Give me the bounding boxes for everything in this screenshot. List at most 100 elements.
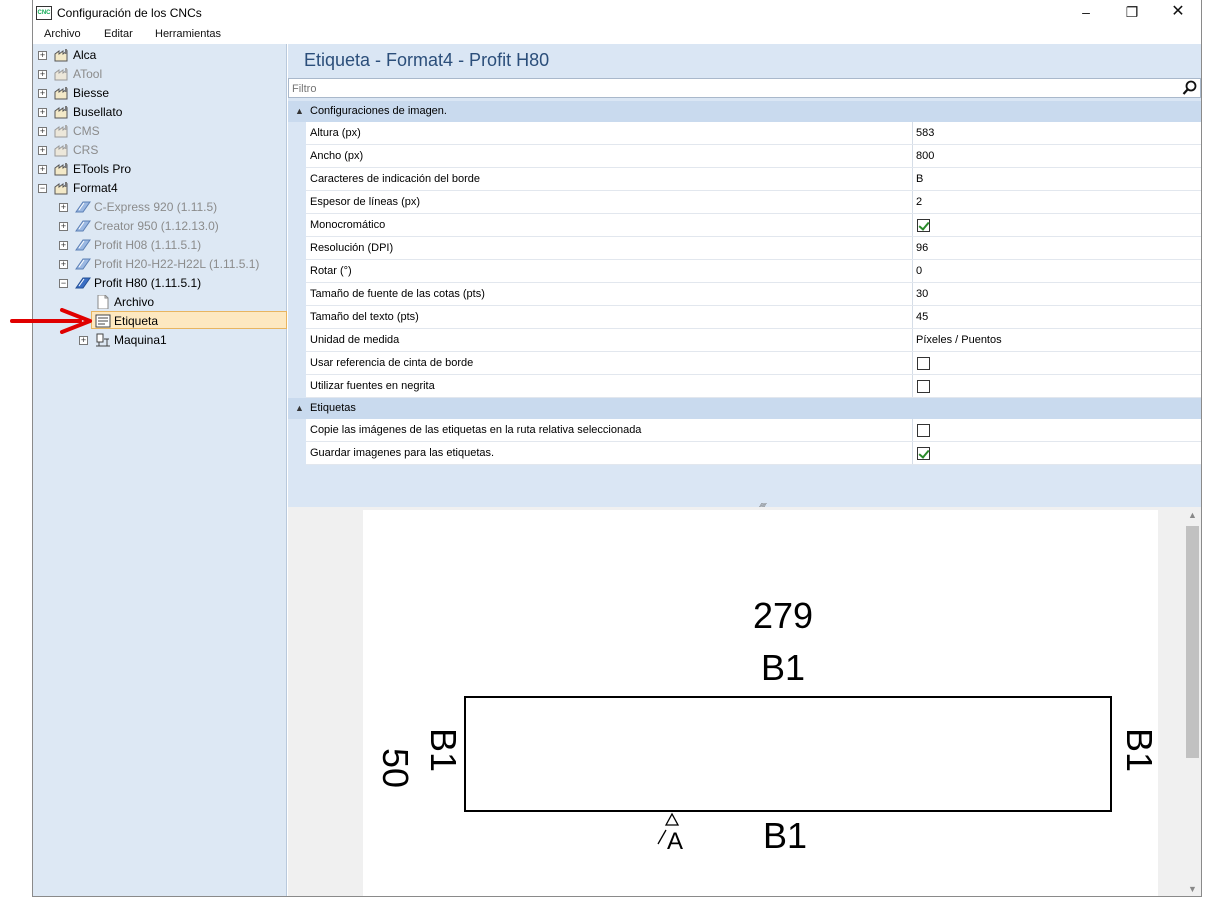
menu-archivo[interactable]: Archivo [44,28,81,40]
tree-node-label: Profit H80 (1.11.5.1) [94,276,202,290]
window-title: Configuración de los CNCs [57,6,202,20]
expand-icon[interactable]: + [38,165,47,174]
search-icon[interactable] [1182,80,1198,96]
prop-negrita[interactable]: Utilizar fuentes en negrita [288,375,1201,398]
expand-icon[interactable]: + [38,146,47,155]
tree-node-cms[interactable]: + CMS [33,122,287,140]
prop-guardar-imagenes[interactable]: Guardar imagenes para las etiquetas. [288,442,1201,465]
expand-icon[interactable]: + [38,108,47,117]
menu-editar[interactable]: Editar [104,28,133,40]
checkbox[interactable] [917,424,930,437]
preview-left-dimension: 50 [375,748,416,789]
prop-fuente-cotas[interactable]: Tamaño de fuente de las cotas (pts) 30 [288,283,1201,306]
tree-node-cexpress[interactable]: + C-Express 920 (1.11.5) [33,198,287,216]
label-icon [95,314,111,328]
checkbox[interactable] [917,219,930,232]
cnc-app-icon: CNC [36,6,52,20]
prop-tamano-texto[interactable]: Tamaño del texto (pts) 45 [288,306,1201,329]
scroll-thumb[interactable] [1186,526,1199,758]
prop-ancho[interactable]: Ancho (px) 800 [288,145,1201,168]
expand-icon[interactable]: + [59,222,68,231]
prop-caracteres[interactable]: Caracteres de indicación del borde B [288,168,1201,191]
expand-icon[interactable]: + [59,241,68,250]
expand-icon[interactable]: + [38,70,47,79]
checkbox[interactable] [917,447,930,460]
preview-left-edge: B1 [423,728,464,773]
tree-node-busellato[interactable]: + Busellato [33,103,287,121]
factory-icon [54,87,68,100]
expand-icon[interactable]: + [79,336,88,345]
tree-node-creator[interactable]: + Creator 950 (1.12.13.0) [33,217,287,235]
menu-herramientas[interactable]: Herramientas [155,28,221,40]
filter-box [288,78,1201,98]
document-icon [97,295,109,309]
collapse-caret-icon[interactable]: ▲ [295,398,304,419]
cnc-machine-icon [75,239,91,251]
tree-node-label: Creator 950 (1.12.13.0) [94,219,219,233]
prop-value[interactable]: Píxeles / Puentos [916,329,1002,351]
tree-node-format4[interactable]: − Format4 [33,179,287,197]
tree-node-h08[interactable]: + Profit H08 (1.11.5.1) [33,236,287,254]
prop-unidad[interactable]: Unidad de medida Píxeles / Puentos [288,329,1201,352]
tree-node-label: Busellato [73,105,123,119]
expand-icon[interactable]: + [59,260,68,269]
scroll-up-icon[interactable]: ▲ [1184,510,1201,520]
prop-value[interactable]: 45 [916,306,928,328]
tree-node-crs[interactable]: + CRS [33,141,287,159]
prop-altura[interactable]: Altura (px) 583 [288,122,1201,145]
tree-node-h20[interactable]: + Profit H20-H22-H22L (1.11.5.1) [33,255,287,273]
expand-icon[interactable]: + [59,203,68,212]
tree-node-etools[interactable]: + ETools Pro [33,160,287,178]
label-preview: 279 B1 50 B1 B1 B1 A ▲ ▼ [288,507,1201,896]
tree-node-atool[interactable]: + ATool [33,65,287,83]
prop-value[interactable]: 2 [916,191,922,213]
preview-label-rect [464,696,1112,812]
prop-value[interactable]: 583 [916,122,934,144]
prop-value[interactable]: 0 [916,260,922,282]
collapse-icon[interactable]: − [38,184,47,193]
prop-resolucion[interactable]: Resolución (DPI) 96 [288,237,1201,260]
minimize-button[interactable]: – [1063,0,1109,26]
prop-espesor[interactable]: Espesor de líneas (px) 2 [288,191,1201,214]
collapse-icon[interactable]: − [59,279,68,288]
checkbox[interactable] [917,357,930,370]
tree-node-biesse[interactable]: + Biesse [33,84,287,102]
prop-rotar[interactable]: Rotar (°) 0 [288,260,1201,283]
cnc-machine-icon [75,220,91,232]
factory-icon [54,106,68,119]
prop-value[interactable]: 30 [916,283,928,305]
category-label: Configuraciones de imagen. [310,105,447,117]
preview-grain-letter: A [667,828,684,855]
tree-node-h80[interactable]: − Profit H80 (1.11.5.1) [33,274,287,292]
prop-usar-referencia[interactable]: Usar referencia de cinta de borde [288,352,1201,375]
preview-right-edge: B1 [1119,728,1160,773]
tree-node-label: Profit H20-H22-H22L (1.11.5.1) [94,257,260,271]
preview-scrollbar[interactable]: ▲ ▼ [1184,507,1201,896]
tree-node-label: Format4 [73,181,118,195]
close-button[interactable]: ✕ [1155,0,1201,26]
prop-value[interactable]: 800 [916,145,934,167]
category-etiquetas[interactable]: ▲ Etiquetas [288,398,1201,419]
prop-value[interactable]: B [916,168,923,190]
tree-node-label: ETools Pro [73,162,132,176]
prop-name: Unidad de medida [310,329,913,351]
prop-name: Resolución (DPI) [310,237,913,259]
prop-monocromatico[interactable]: Monocromático [288,214,1201,237]
tree-node-label: Maquina1 [114,333,167,347]
factory-icon [54,125,68,138]
scroll-down-icon[interactable]: ▼ [1184,884,1201,894]
expand-icon[interactable]: + [38,89,47,98]
property-panel: Etiqueta - Format4 - Profit H80 ▲ Config… [288,44,1201,507]
prop-name: Caracteres de indicación del borde [310,168,913,190]
prop-copie-imagenes[interactable]: Copie las imágenes de las etiquetas en l… [288,419,1201,442]
category-imagen[interactable]: ▲ Configuraciones de imagen. [288,101,1201,122]
expand-icon[interactable]: + [38,51,47,60]
tree-node-label: Etiqueta [114,314,159,328]
prop-value[interactable]: 96 [916,237,928,259]
restore-button[interactable]: ❐ [1109,0,1155,26]
checkbox[interactable] [917,380,930,393]
collapse-caret-icon[interactable]: ▲ [295,101,304,122]
filter-input[interactable] [292,81,1152,96]
expand-icon[interactable]: + [38,127,47,136]
tree-node-alca[interactable]: + Alca [33,46,287,64]
